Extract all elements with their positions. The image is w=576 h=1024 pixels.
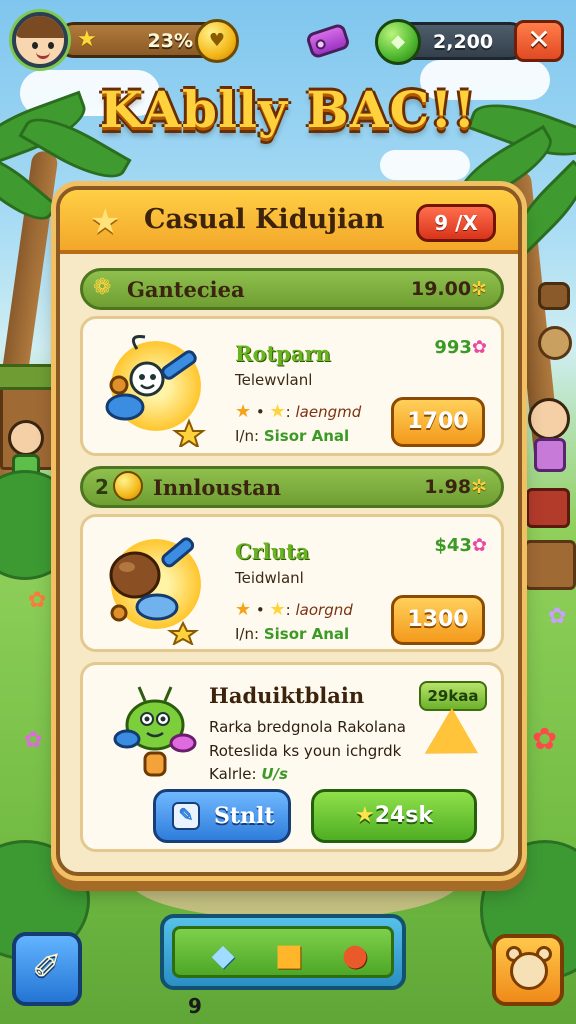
category-label: Ganteciea: [127, 277, 245, 302]
player-avatar[interactable]: [12, 12, 68, 68]
fruit-icon: ●: [341, 938, 369, 973]
crystal-icon: ◆: [211, 938, 235, 973]
flower-icon: ✿: [28, 588, 47, 613]
featured-description: Rarka bredgnola Rakolana Roteslida ks yo…: [209, 718, 406, 760]
featured-tag: 29kaa: [419, 681, 487, 711]
flower-icon: ✿: [471, 535, 487, 556]
flower-icon: ✿: [24, 728, 43, 753]
shop-item-card[interactable]: Rotparn Telewvlanl ★ • ★: laengmd I/n: S…: [80, 316, 504, 456]
reward-button[interactable]: ★24sk: [311, 789, 477, 843]
flower-icon: ✿: [532, 722, 558, 757]
panel-badge-button[interactable]: 9 /X: [416, 204, 496, 242]
shield-prop: [538, 326, 572, 360]
coconut-character-icon: [109, 537, 200, 645]
shell-icon: ❁: [93, 275, 112, 300]
item-subtitle: Telewvlanl: [235, 371, 313, 389]
sparkle-icon: ✲: [471, 476, 487, 498]
star-icon: ★: [235, 401, 252, 422]
featured-name: Haduiktblain: [209, 683, 365, 708]
cheese-block-icon: ■: [274, 938, 304, 973]
item-art: [105, 677, 205, 787]
category-number: 2: [95, 475, 109, 499]
star-icon: ★: [269, 401, 286, 422]
card-icon: ✎: [172, 802, 200, 830]
star-icon: ★: [235, 599, 252, 620]
star-icon: ★: [90, 202, 121, 242]
featured-key: Kalrle: U/s: [209, 765, 288, 783]
featured-item-card[interactable]: Haduiktblain 29kaa Rarka bredgnola Rakol…: [80, 662, 504, 852]
pencil-icon: ✐: [31, 947, 63, 988]
hut-roof: [0, 364, 60, 390]
buy-button[interactable]: 1300: [391, 595, 485, 645]
category-bar[interactable]: ❁ Ganteciea 19.00✲: [80, 268, 504, 310]
category-price: 1.98✲: [424, 476, 487, 498]
fruit-tool-button[interactable]: ●: [327, 933, 383, 979]
flower-icon: ✿: [471, 337, 487, 358]
item-subtitle: Teidwlanl: [235, 569, 304, 587]
close-button[interactable]: ✕: [514, 20, 564, 62]
buy-button[interactable]: 1700: [391, 397, 485, 447]
category-bar[interactable]: 2 Innloustan 1.98✲: [80, 466, 504, 508]
page-counter: 9: [188, 994, 202, 1018]
item-rating: ★ • ★: laorgnd: [235, 599, 353, 620]
sparkle-icon: ✲: [471, 278, 487, 300]
villager-avatar: [8, 420, 44, 456]
item-meta: I/n: Sisor Anal: [235, 625, 350, 643]
star-icon: ★: [354, 803, 375, 828]
villager-avatar: [528, 398, 570, 440]
gem-counter[interactable]: ◆ 2,200: [375, 19, 528, 65]
avatar-eye: [48, 42, 54, 49]
avatar-hair: [16, 16, 64, 38]
bottom-toolbar: ◆ ■ ●: [160, 914, 406, 990]
item-tag: $43✿: [434, 535, 487, 556]
signpost: [538, 282, 570, 310]
bear-menu-button[interactable]: [492, 934, 564, 1006]
game-title: KAblly BAC!!: [99, 80, 477, 139]
coin-icon: ♥: [195, 19, 239, 63]
item-name: Crluta: [235, 539, 310, 564]
category-label: Innloustan: [153, 475, 282, 500]
ticket-icon[interactable]: [302, 20, 354, 60]
top-hud: ★ 23% ♥ ◆ 2,200 ✕: [0, 8, 576, 68]
shop-panel: ★ Casual Kidujian 9 /X ❁ Ganteciea 19.00…: [56, 186, 522, 876]
bear-face-icon: [510, 952, 548, 990]
crystal-tool-button[interactable]: ◆: [195, 933, 251, 979]
star-icon: ★: [269, 599, 286, 620]
shop-item-card[interactable]: Crluta Teidwlanl ★ • ★: laorgnd I/n: Sis…: [80, 514, 504, 652]
coin-icon: [113, 471, 143, 501]
pencil-button[interactable]: ✐: [12, 932, 82, 1006]
panel-header: ★ Casual Kidujian 9 /X: [60, 190, 518, 254]
item-meta: I/n: Sisor Anal: [235, 427, 350, 445]
xp-progress-bar: ★ 23% ♥: [56, 19, 239, 63]
crate: [524, 540, 576, 590]
item-art: [97, 527, 217, 645]
avatar-mouth: [36, 52, 50, 59]
start-button[interactable]: ✎ Stnlt: [153, 789, 291, 843]
item-rating: ★ • ★: laengmd: [235, 401, 362, 422]
panel-title: Casual Kidujian: [144, 204, 385, 235]
flower-icon: ✿: [548, 604, 567, 629]
cloud: [380, 150, 470, 180]
gem-icon: ◆: [375, 19, 421, 65]
item-tag: 993✿: [434, 337, 487, 358]
category-price: 19.00✲: [410, 278, 487, 300]
xp-value: 23%: [147, 30, 193, 52]
item-name: Rotparn: [235, 341, 331, 366]
avatar-eye: [32, 42, 38, 49]
robot-character-icon: [105, 335, 206, 447]
gem-value: 2,200: [433, 31, 494, 53]
bug-character-icon: [113, 686, 197, 777]
item-art: [97, 329, 217, 447]
villager-body: [534, 438, 566, 472]
action-row: ✎ Stnlt ★24sk: [83, 789, 507, 847]
star-icon: ★: [77, 27, 97, 52]
shop-sign: [526, 488, 570, 528]
cheese-tool-button[interactable]: ■: [261, 933, 317, 979]
